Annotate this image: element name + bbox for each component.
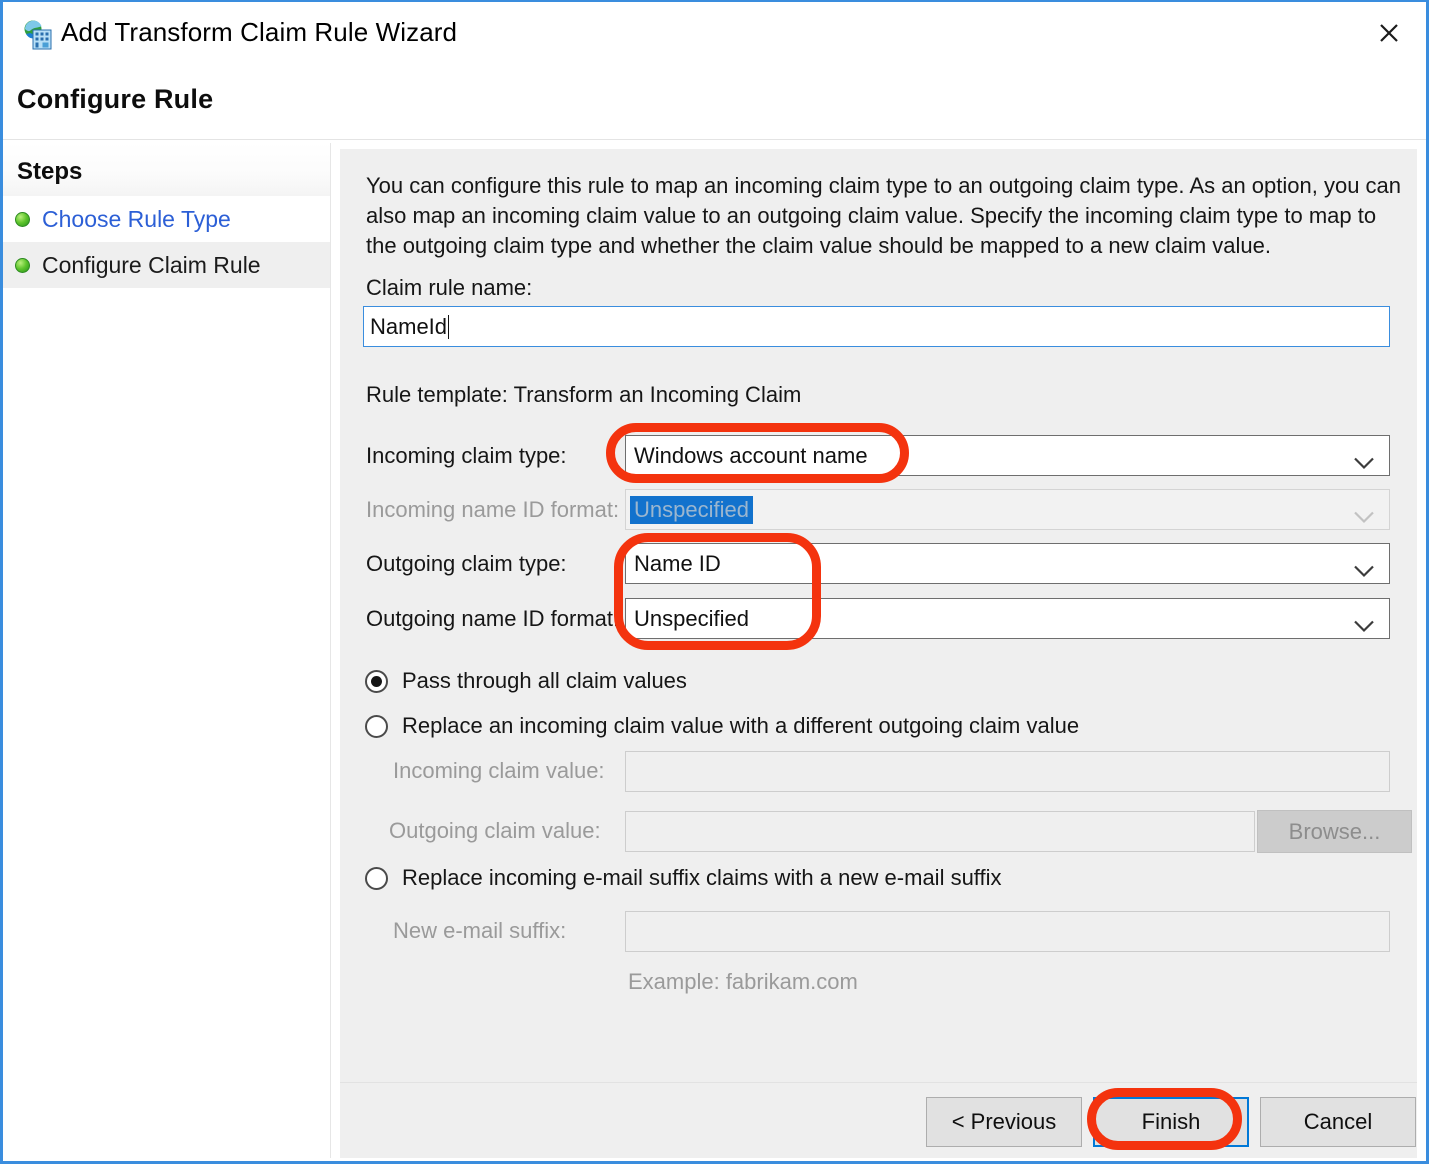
- outgoing-claim-type-combobox[interactable]: Name ID: [625, 543, 1390, 584]
- claim-rule-name-input[interactable]: NameId: [363, 306, 1390, 347]
- radio-label: Replace an incoming claim value with a d…: [402, 713, 1079, 739]
- new-email-suffix-input: [625, 911, 1390, 952]
- rule-template-text: Rule template: Transform an Incoming Cla…: [366, 382, 801, 408]
- radio-label: Replace incoming e-mail suffix claims wi…: [402, 865, 1002, 891]
- cancel-button[interactable]: Cancel: [1260, 1097, 1416, 1147]
- title-bar: Add Transform Claim Rule Wizard: [3, 2, 1426, 68]
- sidebar-item-label: Configure Claim Rule: [42, 252, 261, 279]
- radio-pass-through-all[interactable]: Pass through all claim values: [365, 668, 687, 694]
- text-caret: [448, 315, 449, 339]
- chevron-down-icon: [1353, 557, 1375, 570]
- step-complete-icon: [15, 212, 30, 227]
- outgoing-claim-value-input: [625, 811, 1255, 852]
- adfs-claim-rule-icon: [22, 20, 56, 51]
- window-title: Add Transform Claim Rule Wizard: [61, 17, 457, 48]
- incoming-name-id-format-label: Incoming name ID format:: [366, 497, 619, 523]
- outgoing-claim-type-label: Outgoing claim type:: [366, 551, 567, 577]
- page-header: Configure Rule: [3, 68, 1426, 136]
- sidebar-item-label: Choose Rule Type: [42, 206, 231, 233]
- close-icon[interactable]: [1358, 4, 1420, 62]
- outgoing-claim-type-value: Name ID: [626, 551, 721, 577]
- header-divider: [3, 139, 1426, 140]
- chevron-down-icon: [1353, 612, 1375, 625]
- radio-icon: [365, 867, 388, 890]
- radio-replace-claim-value[interactable]: Replace an incoming claim value with a d…: [365, 713, 1079, 739]
- outgoing-name-id-format-label: Outgoing name ID format:: [366, 606, 619, 632]
- claim-rule-name-label: Claim rule name:: [366, 275, 532, 301]
- sidebar-item-configure-claim-rule[interactable]: Configure Claim Rule: [3, 242, 330, 288]
- step-complete-icon: [15, 258, 30, 273]
- incoming-claim-type-label: Incoming claim type:: [366, 443, 567, 469]
- content-panel: You can configure this rule to map an in…: [340, 149, 1417, 1083]
- steps-sidebar: Steps Choose Rule Type Configure Claim R…: [3, 143, 331, 1158]
- incoming-name-id-format-combobox: Unspecified: [625, 489, 1390, 530]
- new-email-suffix-label: New e-mail suffix:: [393, 918, 566, 944]
- outgoing-name-id-format-value: Unspecified: [626, 606, 749, 632]
- sidebar-item-choose-rule-type[interactable]: Choose Rule Type: [3, 196, 330, 242]
- radio-icon: [365, 715, 388, 738]
- steps-list: Choose Rule Type Configure Claim Rule: [3, 196, 330, 288]
- outgoing-name-id-format-combobox[interactable]: Unspecified: [625, 598, 1390, 639]
- chevron-down-icon: [1353, 449, 1375, 462]
- finish-button[interactable]: Finish: [1093, 1097, 1249, 1147]
- previous-button[interactable]: < Previous: [926, 1097, 1082, 1147]
- wizard-window: Add Transform Claim Rule Wizard Configur…: [0, 0, 1429, 1164]
- email-suffix-example: Example: fabrikam.com: [628, 969, 858, 995]
- incoming-name-id-format-value: Unspecified: [630, 496, 753, 524]
- outgoing-claim-value-label: Outgoing claim value:: [389, 818, 601, 844]
- chevron-down-icon: [1353, 503, 1375, 516]
- incoming-claim-value-input: [625, 751, 1390, 792]
- browse-button: Browse...: [1257, 810, 1412, 853]
- radio-replace-email-suffix[interactable]: Replace incoming e-mail suffix claims wi…: [365, 865, 1002, 891]
- radio-label: Pass through all claim values: [402, 668, 687, 694]
- incoming-claim-type-value: Windows account name: [626, 443, 868, 469]
- claim-rule-name-value: NameId: [370, 314, 447, 340]
- incoming-claim-type-combobox[interactable]: Windows account name: [625, 435, 1390, 476]
- radio-icon: [365, 670, 388, 693]
- page-title: Configure Rule: [17, 84, 213, 115]
- rule-description: You can configure this rule to map an in…: [366, 171, 1406, 261]
- steps-title: Steps: [17, 158, 82, 186]
- incoming-claim-value-label: Incoming claim value:: [393, 758, 605, 784]
- footer-bar: < Previous Finish Cancel: [340, 1082, 1417, 1158]
